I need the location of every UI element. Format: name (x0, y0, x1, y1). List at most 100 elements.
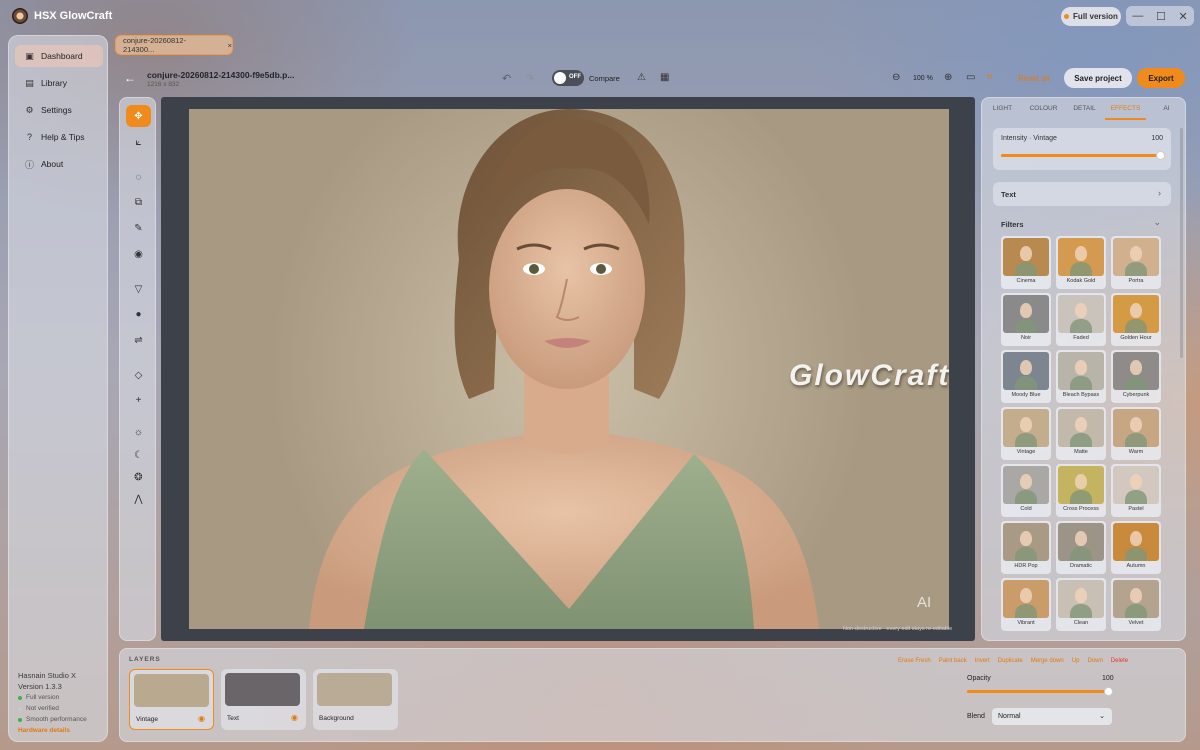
tab-effects[interactable]: EFFECTS (1105, 98, 1146, 120)
layers-panel: LAYERS Vintage ◉ Text ◉ Background Erase Fre… (119, 648, 1186, 742)
paint-back-button[interactable]: Paint back (939, 658, 967, 664)
close-icon[interactable]: ✕ (1178, 10, 1187, 23)
filter-thumb-cold[interactable]: Cold (1001, 464, 1051, 517)
warning-icon[interactable]: ⚠ (637, 72, 646, 83)
filter-thumb-cinema[interactable]: Cinema (1001, 236, 1051, 289)
down-button[interactable]: Down (1087, 658, 1102, 664)
sidebar-item-settings[interactable]: ⚙ Settings (15, 99, 103, 121)
blend-mode-select[interactable]: Normal ⌄ (992, 708, 1112, 725)
full-version-badge[interactable]: Full version (1061, 7, 1121, 26)
tool-palette: ✥ ⟀ ◌ ⧉ ✎ ◉ ▽ ● ⇌ ◇ + ☼ ☾ ❂ ⋀ (119, 97, 156, 641)
filter-thumb-matte[interactable]: Matte (1056, 407, 1106, 460)
opacity-slider-knob[interactable] (1104, 687, 1113, 696)
filter-thumb-pastel[interactable]: Pastel (1111, 464, 1161, 517)
layer-vintage[interactable]: Vintage ◉ (129, 669, 214, 730)
zoom-in-icon[interactable]: ⊕ (944, 72, 952, 83)
filter-thumb-moody-blue[interactable]: Moody Blue (1001, 350, 1051, 403)
save-project-button[interactable]: Save project (1064, 68, 1132, 88)
status-label: Not verified (26, 705, 59, 712)
tab-ai[interactable]: AI (1146, 98, 1185, 120)
filter-thumb-hdr-pop[interactable]: HDR Pop (1001, 521, 1051, 574)
status-item: Smooth performance (18, 714, 87, 725)
preview-body (1070, 490, 1092, 504)
image-canvas[interactable]: GlowCraft AI Non-destructive · every edi… (161, 97, 975, 641)
up-button[interactable]: Up (1072, 658, 1080, 664)
close-tab-icon[interactable]: × (228, 41, 232, 50)
filter-thumb-autumn[interactable]: Autumn (1111, 521, 1161, 574)
visibility-eye-icon[interactable]: ◉ (198, 714, 205, 723)
move-tool-icon[interactable]: ✥ (126, 105, 151, 127)
filter-preview-image (1113, 238, 1159, 276)
filter-thumb-clean[interactable]: Clean (1056, 578, 1106, 631)
visibility-eye-icon[interactable]: ◉ (291, 713, 298, 722)
lasso-tool-icon[interactable]: ◌ (126, 166, 151, 188)
file-tab[interactable]: conjure-20260812-214300... × (115, 35, 233, 55)
fit-screen-icon[interactable]: ▭ (966, 72, 975, 83)
undo-icon[interactable]: ↶ (502, 72, 511, 85)
filter-thumb-bleach-bypass[interactable]: Bleach Bypass (1056, 350, 1106, 403)
filter-thumb-cross-process[interactable]: Cross Process (1056, 464, 1106, 517)
filter-thumb-portra[interactable]: Portra (1111, 236, 1161, 289)
clone-tool-icon[interactable]: ⧉ (126, 191, 151, 213)
hardware-details-link[interactable]: Hardware details (18, 725, 87, 736)
layer-text[interactable]: Text ◉ (221, 669, 306, 730)
layer-background[interactable]: Background (313, 669, 398, 730)
filter-thumb-cyberpunk[interactable]: Cyberpunk (1111, 350, 1161, 403)
moon-tool-icon[interactable]: ☾ (126, 444, 151, 466)
fill-tool-icon[interactable]: ▽ (126, 278, 151, 300)
circle-tool-icon[interactable]: ● (126, 303, 151, 325)
zoom-out-icon[interactable]: ⊖ (892, 72, 900, 83)
filter-thumb-noir[interactable]: Noir (1001, 293, 1051, 346)
sidebar-item-dashboard[interactable]: ▣ Dashboard (15, 45, 103, 67)
merge-down-button[interactable]: Merge down (1031, 658, 1064, 664)
status-label: Smooth performance (26, 716, 87, 723)
adjust-tool-icon[interactable]: ⇌ (126, 329, 151, 351)
tab-detail[interactable]: DETAIL (1064, 98, 1105, 120)
filter-thumb-velvet[interactable]: Velvet (1111, 578, 1161, 631)
filter-thumb-faded[interactable]: Faded (1056, 293, 1106, 346)
redo-icon[interactable]: ↷ (525, 72, 534, 85)
preview-body (1015, 319, 1037, 333)
grid-icon[interactable]: ▦ (660, 72, 669, 83)
actual-size-icon[interactable]: ⌗ (987, 72, 993, 83)
duplicate-button[interactable]: Duplicate (998, 658, 1023, 664)
invert-button[interactable]: Invert (975, 658, 990, 664)
sidebar-item-about[interactable]: ⓘ About (15, 153, 103, 175)
panel-scrollbar[interactable] (1180, 128, 1183, 358)
compare-toggle[interactable]: OFF (552, 70, 584, 86)
filter-preview-image (1003, 238, 1049, 276)
light-tool-icon[interactable]: ☼ (126, 421, 151, 443)
tab-light[interactable]: LIGHT (982, 98, 1023, 120)
back-arrow-icon[interactable]: ← (124, 71, 136, 85)
library-icon: ▤ (25, 77, 34, 88)
erase-fresh-button[interactable]: Erase Fresh (898, 658, 931, 664)
sidebar-item-help-tips[interactable]: ? Help & Tips (15, 126, 103, 148)
add-tool-icon[interactable]: + (126, 389, 151, 411)
filter-thumb-golden-hour[interactable]: Golden Hour (1111, 293, 1161, 346)
wave-tool-icon[interactable]: ⋀ (126, 488, 151, 510)
reset-all-button[interactable]: Reset all (1018, 74, 1049, 83)
filter-label: Clean (1073, 620, 1089, 626)
tab-colour[interactable]: COLOUR (1023, 98, 1064, 120)
text-section-card[interactable]: Text › (993, 182, 1171, 206)
filter-thumb-warm[interactable]: Warm (1111, 407, 1161, 460)
eye-tool-icon[interactable]: ◉ (126, 243, 151, 265)
minimize-icon[interactable]: — (1132, 10, 1143, 22)
filter-thumb-vibrant[interactable]: Vibrant (1001, 578, 1051, 631)
filter-thumb-dramatic[interactable]: Dramatic (1056, 521, 1106, 574)
filter-thumb-vintage[interactable]: Vintage (1001, 407, 1051, 460)
image-dimensions: 1216 x 832 (147, 81, 180, 88)
brush-tool-icon[interactable]: ✎ (126, 217, 151, 239)
sidebar-item-library[interactable]: ▤ Library (15, 72, 103, 94)
maximize-icon[interactable]: ☐ (1156, 10, 1166, 23)
chevron-down-icon[interactable]: ⌄ (1153, 217, 1161, 228)
crop-tool-icon[interactable]: ⟀ (126, 131, 151, 153)
color-tool-icon[interactable]: ❂ (126, 466, 151, 488)
filter-thumb-kodak-gold[interactable]: Kodak Gold (1056, 236, 1106, 289)
delete-button[interactable]: Delete (1111, 658, 1128, 664)
intensity-slider-knob[interactable] (1156, 151, 1165, 160)
filter-preview-image (1113, 352, 1159, 390)
export-button[interactable]: Export (1137, 68, 1185, 88)
file-tab-label: conjure-20260812-214300... (123, 36, 186, 54)
eraser-tool-icon[interactable]: ◇ (126, 364, 151, 386)
